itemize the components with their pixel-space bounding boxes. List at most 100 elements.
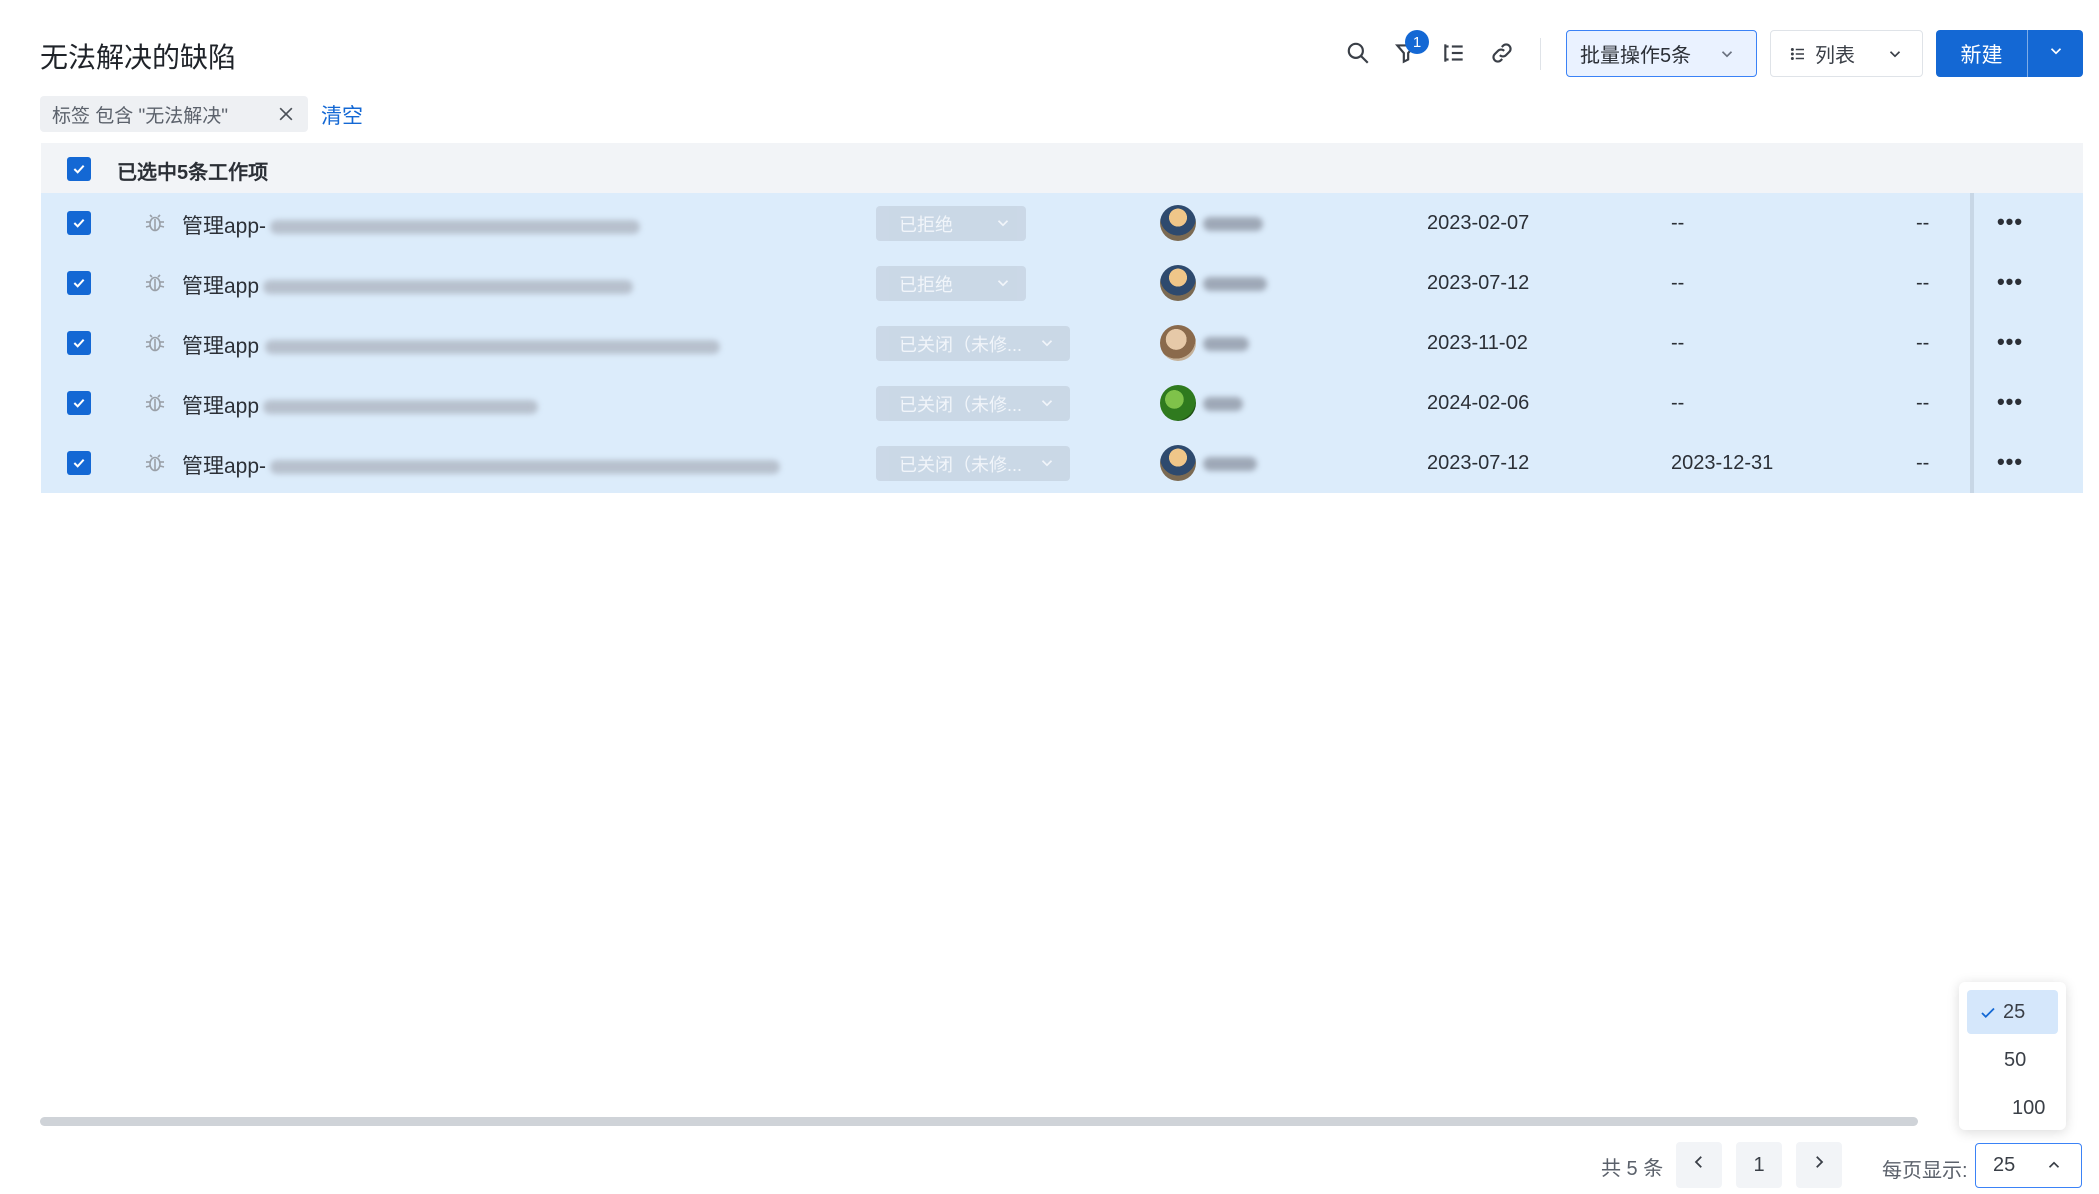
per-page-option-label: 100 xyxy=(2012,1096,2046,1119)
table-row[interactable]: 管理app 已关闭（未修... 2024-02-06 -- -- ••• xyxy=(41,373,2083,433)
search-icon[interactable] xyxy=(1341,36,1375,70)
work-item-title[interactable]: 管理app xyxy=(182,330,721,360)
filter-count-badge: 1 xyxy=(1405,30,1429,54)
work-item-table: 已选中5条工作项 管理app- 已拒绝 2023-02-07 -- -- •••… xyxy=(41,143,2083,493)
created-date: 2024-02-06 xyxy=(1427,392,1530,414)
more-actions-icon[interactable]: ••• xyxy=(1994,207,2026,237)
per-page-option[interactable]: 50 xyxy=(1967,1038,2058,1082)
table-row[interactable]: 管理app 已关闭（未修... 2023-11-02 -- -- ••• xyxy=(41,313,2083,373)
status-label: 已关闭（未修... xyxy=(899,334,1023,355)
more-actions-icon[interactable]: ••• xyxy=(1994,327,2026,357)
new-dropdown-button[interactable] xyxy=(2028,30,2083,77)
work-item-title-text: 管理app xyxy=(182,275,260,298)
due-date: -- xyxy=(1671,212,1685,234)
created-date: 2023-02-07 xyxy=(1427,212,1530,234)
status-select[interactable]: 已关闭（未修... xyxy=(876,386,1070,421)
avatar xyxy=(1160,265,1196,301)
bug-icon xyxy=(143,391,167,415)
row-checkbox[interactable] xyxy=(67,271,91,295)
redacted-assignee xyxy=(1203,457,1257,471)
status-select[interactable]: 已拒绝 xyxy=(876,266,1026,301)
table-row[interactable]: 管理app- 已关闭（未修... 2023-07-12 2023-12-31 -… xyxy=(41,433,2083,493)
work-item-title[interactable]: 管理app- xyxy=(182,450,781,480)
status-select[interactable]: 已关闭（未修... xyxy=(876,446,1070,481)
column-divider xyxy=(1970,433,1974,493)
check-icon xyxy=(1979,1004,1997,1022)
horizontal-scrollbar[interactable] xyxy=(40,1117,1918,1126)
chevron-down-icon xyxy=(1038,334,1056,357)
list-icon xyxy=(1789,45,1807,63)
chevron-down-icon xyxy=(994,274,1012,297)
more-actions-icon[interactable]: ••• xyxy=(1994,447,2026,477)
clear-filters-link[interactable]: 清空 xyxy=(321,100,363,130)
chevron-right-icon xyxy=(1810,1153,1828,1177)
batch-operation-button[interactable]: 批量操作5条 xyxy=(1566,30,1757,77)
avatar xyxy=(1160,385,1196,421)
next-page-button[interactable] xyxy=(1796,1142,1842,1188)
extra-field: -- xyxy=(1916,392,1930,414)
view-mode-button[interactable]: 列表 xyxy=(1770,30,1923,77)
page-title: 无法解决的缺陷 xyxy=(40,42,237,73)
status-label: 已拒绝 xyxy=(899,274,953,295)
extra-field: -- xyxy=(1916,272,1930,294)
table-row[interactable]: 管理app- 已拒绝 2023-02-07 -- -- ••• xyxy=(41,193,2083,253)
redacted-text xyxy=(265,340,721,355)
selected-count-text: 已选中5条工作项 xyxy=(117,162,269,184)
extra-field: -- xyxy=(1916,212,1930,234)
new-button[interactable]: 新建 xyxy=(1936,30,2083,77)
status-label: 已关闭（未修... xyxy=(899,454,1023,475)
work-item-title[interactable]: 管理app- xyxy=(182,210,641,240)
prev-page-button[interactable] xyxy=(1676,1142,1722,1188)
row-checkbox[interactable] xyxy=(67,211,91,235)
redacted-assignee xyxy=(1203,217,1263,231)
redacted-assignee xyxy=(1203,277,1267,291)
row-checkbox[interactable] xyxy=(67,451,91,475)
table-row[interactable]: 管理app 已拒绝 2023-07-12 -- -- ••• xyxy=(41,253,2083,313)
select-all-checkbox[interactable] xyxy=(67,157,91,181)
link-icon[interactable] xyxy=(1485,36,1519,70)
work-item-title-text: 管理app xyxy=(182,395,260,418)
work-item-title-text: 管理app- xyxy=(182,215,267,238)
batch-operation-label: 批量操作5条 xyxy=(1580,45,1692,67)
redacted-text xyxy=(263,400,539,415)
column-divider xyxy=(1970,193,1974,253)
extra-field: -- xyxy=(1916,452,1930,474)
created-date: 2023-11-02 xyxy=(1427,332,1528,354)
more-actions-icon[interactable]: ••• xyxy=(1994,387,2026,417)
per-page-option[interactable]: 100 xyxy=(1967,1086,2058,1130)
avatar xyxy=(1160,325,1196,361)
column-divider xyxy=(1970,313,1974,373)
due-date: -- xyxy=(1671,392,1685,414)
chevron-down-icon xyxy=(1038,454,1056,477)
avatar xyxy=(1160,445,1196,481)
per-page-value: 25 xyxy=(1993,1154,2016,1176)
more-actions-icon[interactable]: ••• xyxy=(1994,267,2026,297)
new-button-label[interactable]: 新建 xyxy=(1936,30,2027,77)
work-item-title[interactable]: 管理app xyxy=(182,390,539,420)
redacted-assignee xyxy=(1203,337,1249,351)
bug-icon xyxy=(143,271,167,295)
status-select[interactable]: 已拒绝 xyxy=(876,206,1026,241)
due-date: -- xyxy=(1671,272,1685,294)
redacted-text xyxy=(263,280,634,295)
row-checkbox[interactable] xyxy=(67,331,91,355)
chevron-down-icon xyxy=(1038,394,1056,417)
due-date: -- xyxy=(1671,332,1685,354)
row-checkbox[interactable] xyxy=(67,391,91,415)
close-icon[interactable] xyxy=(276,104,296,124)
redacted-text xyxy=(270,460,781,475)
page-number-button[interactable]: 1 xyxy=(1736,1142,1782,1188)
chevron-down-icon xyxy=(1718,45,1736,69)
per-page-option-label: 50 xyxy=(2004,1048,2027,1071)
list-tree-icon[interactable] xyxy=(1437,36,1471,70)
per-page-option[interactable]: 25 xyxy=(1967,990,2058,1034)
work-item-title-text: 管理app xyxy=(182,335,260,358)
work-item-title[interactable]: 管理app xyxy=(182,270,634,300)
status-select[interactable]: 已关闭（未修... xyxy=(876,326,1070,361)
chevron-down-icon xyxy=(994,214,1012,237)
per-page-select[interactable]: 25 xyxy=(1975,1143,2082,1188)
chevron-up-icon xyxy=(2045,1156,2063,1180)
per-page-option-label: 25 xyxy=(2003,1000,2026,1023)
bug-icon xyxy=(143,331,167,355)
redacted-assignee xyxy=(1203,397,1243,411)
